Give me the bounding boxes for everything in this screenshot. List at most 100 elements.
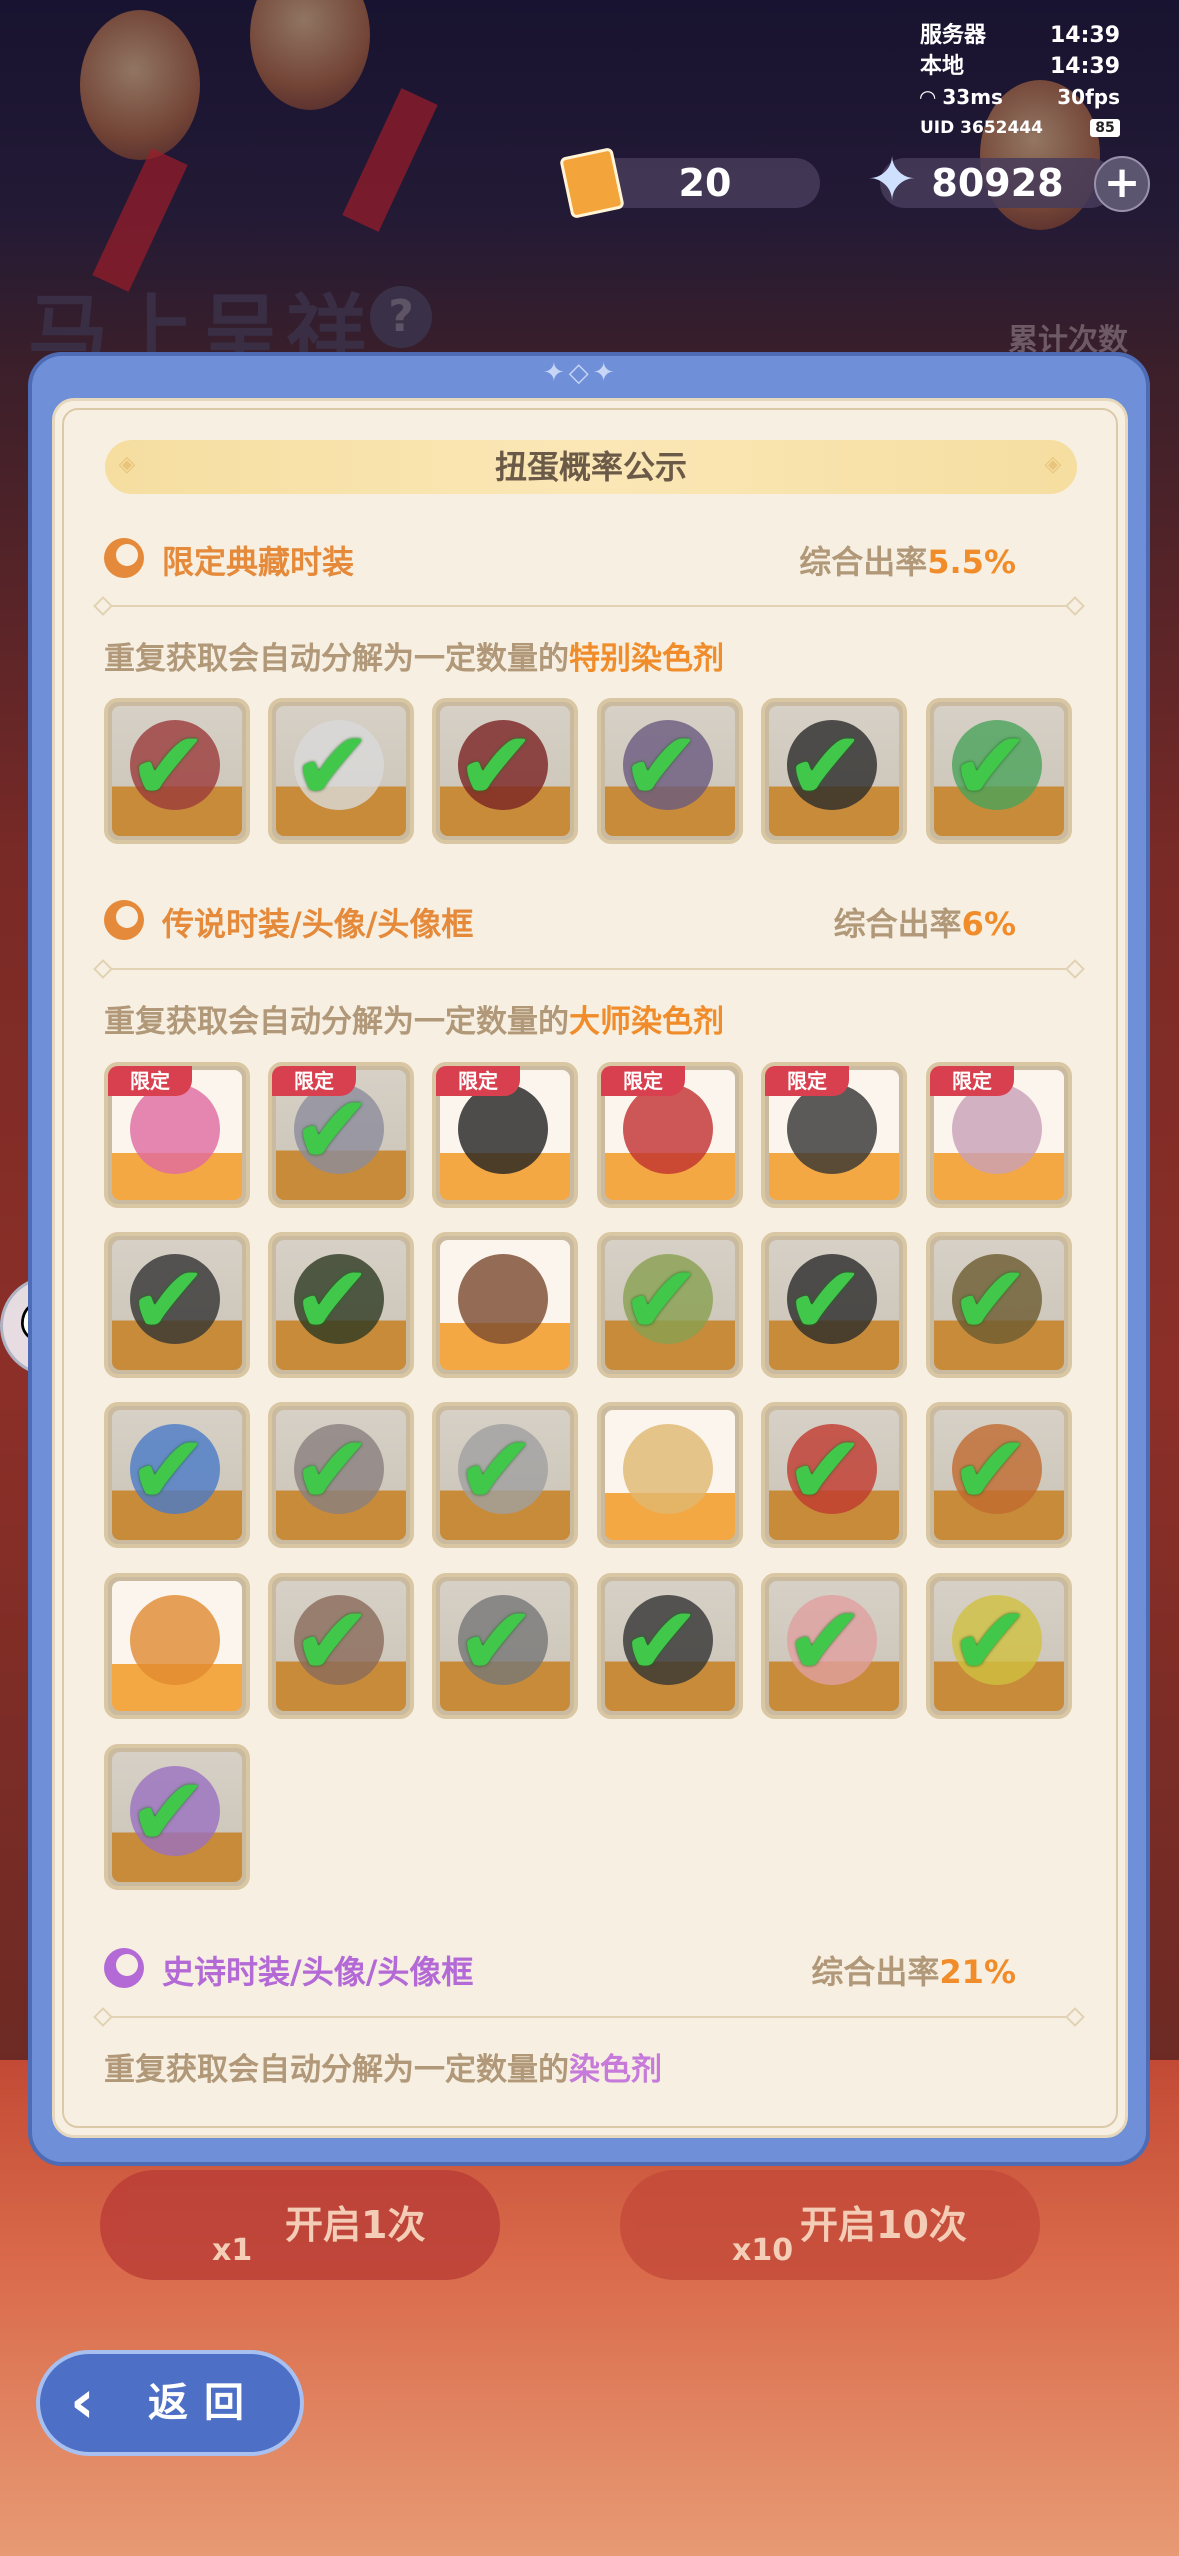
section-limited-name: 限定典藏时装 bbox=[162, 543, 355, 581]
star-icon: ✦ bbox=[866, 145, 918, 215]
owned-check-icon: ✔ bbox=[621, 710, 702, 822]
local-label: 本地 bbox=[920, 54, 965, 79]
owned-check-icon: ✔ bbox=[128, 1756, 209, 1868]
reward-item-tile[interactable]: ✔ bbox=[597, 1573, 743, 1719]
reward-item-tile[interactable]: ✔ bbox=[268, 1573, 414, 1719]
owned-check-icon: ✔ bbox=[950, 1414, 1031, 1526]
local-time: 14:39 bbox=[1049, 54, 1120, 79]
desc-item: 大师染色剂 bbox=[569, 1004, 724, 1040]
owned-check-icon: ✔ bbox=[950, 1585, 1031, 1697]
section-epic-rate: 综合出率21% bbox=[700, 1947, 1016, 1993]
fps-value: 30fps bbox=[1057, 85, 1120, 109]
section-legend-icon bbox=[104, 900, 144, 940]
server-label: 服务器 bbox=[920, 23, 987, 48]
desc-item: 染色剂 bbox=[569, 2052, 662, 2088]
limited-badge: 限定 bbox=[272, 1066, 356, 1096]
limited-badge: 限定 bbox=[601, 1066, 685, 1096]
reward-item-tile[interactable]: ✔ bbox=[432, 1573, 578, 1719]
owned-check-icon: ✔ bbox=[621, 1244, 702, 1356]
open-once-label: 开启1次 bbox=[285, 2203, 426, 2247]
section-divider bbox=[104, 968, 1074, 970]
owned-check-icon: ✔ bbox=[292, 710, 373, 822]
reward-item-tile[interactable]: 限定 bbox=[926, 1062, 1072, 1208]
reward-item-tile[interactable]: ✔ bbox=[432, 698, 578, 844]
owned-check-icon: ✔ bbox=[456, 1585, 537, 1697]
item-artwork bbox=[458, 1084, 548, 1174]
reward-item-tile[interactable]: ✔ bbox=[761, 1402, 907, 1548]
item-artwork bbox=[952, 1084, 1042, 1174]
reward-item-tile[interactable] bbox=[104, 1573, 250, 1719]
reward-item-tile[interactable]: ✔ bbox=[432, 1402, 578, 1548]
back-button[interactable]: ‹ 返回 bbox=[36, 2350, 304, 2456]
add-currency-button[interactable]: + bbox=[1094, 156, 1150, 212]
owned-check-icon: ✔ bbox=[785, 1244, 866, 1356]
limited-badge: 限定 bbox=[108, 1066, 192, 1096]
section-limited-rate: 综合出率5.5% bbox=[700, 537, 1016, 583]
reward-item-tile[interactable]: ✔ bbox=[926, 1232, 1072, 1378]
section-legend-rate: 综合出率6% bbox=[700, 899, 1016, 945]
back-arrow-icon: ‹ bbox=[70, 2367, 95, 2437]
reward-item-tile[interactable]: ✔ bbox=[104, 1232, 250, 1378]
reward-item-tile[interactable]: ✔ 限定 bbox=[268, 1062, 414, 1208]
section-legend-desc: 重复获取会自动分解为一定数量的大师染色剂 bbox=[104, 996, 724, 1041]
reward-item-tile[interactable]: ✔ bbox=[104, 698, 250, 844]
item-artwork bbox=[787, 1084, 877, 1174]
owned-check-icon: ✔ bbox=[950, 1244, 1031, 1356]
owned-check-icon: ✔ bbox=[456, 1414, 537, 1526]
reward-item-tile[interactable]: 限定 bbox=[761, 1062, 907, 1208]
owned-check-icon: ✔ bbox=[128, 710, 209, 822]
back-label: 返回 bbox=[148, 2380, 260, 2426]
desc-text: 重复获取会自动分解为一定数量的 bbox=[104, 641, 569, 677]
rate-label: 综合出率 bbox=[799, 543, 928, 581]
open-once-button[interactable]: x1 开启1次 bbox=[100, 2170, 500, 2280]
reward-item-tile[interactable]: ✔ bbox=[104, 1744, 250, 1890]
reward-item-tile[interactable] bbox=[597, 1402, 743, 1548]
reward-item-tile[interactable] bbox=[432, 1232, 578, 1378]
reward-item-tile[interactable]: ✔ bbox=[926, 1402, 1072, 1548]
owned-check-icon: ✔ bbox=[785, 1414, 866, 1526]
owned-check-icon: ✔ bbox=[128, 1244, 209, 1356]
desc-text: 重复获取会自动分解为一定数量的 bbox=[104, 1004, 569, 1040]
reward-item-tile[interactable]: ✔ bbox=[926, 1573, 1072, 1719]
rate-label: 综合出率 bbox=[811, 1953, 940, 1991]
help-icon[interactable]: ? bbox=[370, 286, 432, 348]
reward-item-tile[interactable]: ✔ bbox=[268, 698, 414, 844]
reward-item-tile[interactable]: ✔ bbox=[761, 698, 907, 844]
reward-item-tile[interactable]: ✔ bbox=[597, 698, 743, 844]
dialog-title: 扭蛋概率公示 bbox=[494, 448, 687, 486]
item-artwork bbox=[623, 1424, 713, 1514]
owned-check-icon: ✔ bbox=[785, 710, 866, 822]
item-artwork bbox=[130, 1084, 220, 1174]
ticket-count: 20 bbox=[590, 158, 820, 208]
reward-item-tile[interactable]: ✔ bbox=[268, 1232, 414, 1378]
reward-item-tile[interactable]: ✔ bbox=[268, 1402, 414, 1548]
reward-item-tile[interactable]: ✔ bbox=[761, 1232, 907, 1378]
reward-item-tile[interactable]: ✔ bbox=[926, 698, 1072, 844]
owned-check-icon: ✔ bbox=[292, 1585, 373, 1697]
desc-item: 特别染色剂 bbox=[569, 641, 724, 677]
battery-icon: 85 bbox=[1090, 119, 1120, 137]
owned-check-icon: ✔ bbox=[950, 710, 1031, 822]
reward-item-tile[interactable]: 限定 bbox=[104, 1062, 250, 1208]
rate-value: 21% bbox=[939, 1953, 1016, 1991]
reward-item-tile[interactable]: ✔ bbox=[104, 1402, 250, 1548]
dialog-ornament: ✦◇✦ bbox=[543, 358, 619, 388]
reward-item-tile[interactable]: 限定 bbox=[432, 1062, 578, 1208]
limited-badge: 限定 bbox=[930, 1066, 1014, 1096]
item-artwork bbox=[130, 1595, 220, 1685]
reward-item-tile[interactable]: ✔ bbox=[597, 1232, 743, 1378]
reward-item-tile[interactable]: 限定 bbox=[597, 1062, 743, 1208]
desc-text: 重复获取会自动分解为一定数量的 bbox=[104, 2052, 569, 2088]
open-ten-button[interactable]: x10 开启10次 bbox=[620, 2170, 1040, 2280]
rate-value: 6% bbox=[961, 905, 1016, 943]
ping-value: 33ms bbox=[942, 85, 1003, 109]
reward-item-tile[interactable]: ✔ bbox=[761, 1573, 907, 1719]
section-divider bbox=[104, 2016, 1074, 2018]
section-limited-desc: 重复获取会自动分解为一定数量的特别染色剂 bbox=[104, 633, 724, 678]
open-ten-multiplier: x10 bbox=[732, 2233, 794, 2268]
server-time: 14:39 bbox=[1049, 23, 1120, 48]
rate-value: 5.5% bbox=[927, 543, 1016, 581]
lantern-decoration bbox=[80, 10, 200, 160]
section-epic-name: 史诗时装/头像/头像框 bbox=[162, 1953, 474, 1991]
owned-check-icon: ✔ bbox=[621, 1585, 702, 1697]
